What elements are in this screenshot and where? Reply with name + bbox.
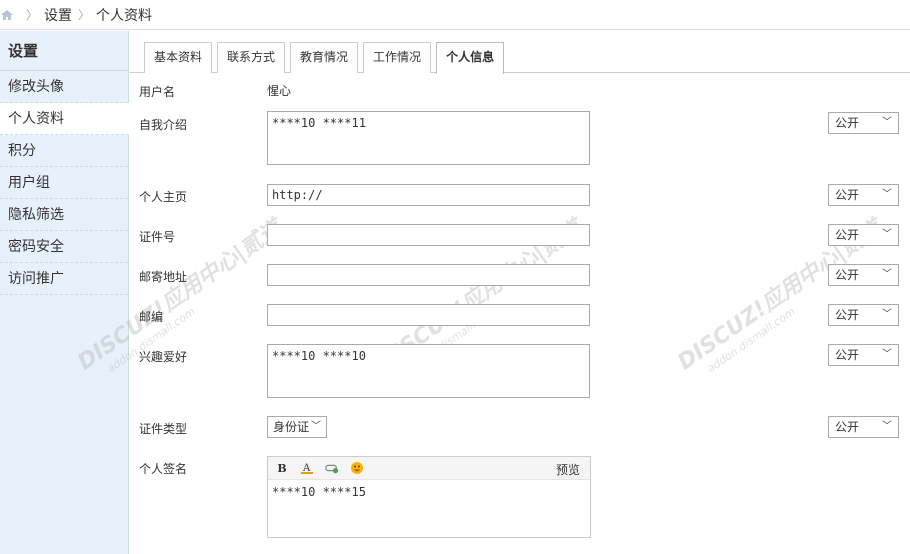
privacy-value: 公开 — [835, 268, 860, 282]
chevron-down-icon: ﹀ — [882, 189, 892, 200]
chevron-down-icon: ﹀ — [882, 117, 892, 128]
hobby-textarea[interactable]: ****10 ****10 — [267, 344, 590, 398]
address-label: 邮寄地址 — [139, 270, 188, 284]
breadcrumb-item-profile[interactable]: 个人资料 — [96, 5, 152, 25]
chevron-down-icon: ﹀ — [882, 309, 892, 320]
hobby-privacy-select[interactable]: 公开 ﹀ — [828, 344, 899, 366]
tab-work[interactable]: 工作情况 — [363, 42, 432, 73]
tab-bar: 基本资料 联系方式 教育情况 工作情况 个人信息 — [144, 42, 509, 74]
home-icon[interactable] — [0, 8, 14, 22]
chevron-down-icon: ﹀ — [882, 421, 892, 432]
sidebar-item-avatar[interactable]: 修改头像 — [0, 71, 128, 103]
link-icon[interactable] — [325, 461, 339, 475]
breadcrumb-separator: 〉 — [78, 8, 91, 22]
font-color-icon[interactable]: A — [300, 461, 314, 475]
bold-icon[interactable]: B — [275, 461, 289, 475]
signature-editor: B A 预览 ****10 ****15 — [267, 456, 591, 538]
idnumber-input[interactable] — [267, 224, 590, 246]
breadcrumb-item-settings[interactable]: 设置 — [44, 5, 72, 25]
editor-toolbar: B A 预览 — [268, 457, 590, 480]
sidebar-item-privacy[interactable]: 隐私筛选 — [0, 199, 128, 231]
sidebar-title: 设置 — [0, 31, 128, 71]
privacy-value: 公开 — [835, 348, 860, 362]
preview-button[interactable]: 预览 — [556, 461, 580, 478]
zipcode-input[interactable] — [267, 304, 590, 326]
idtype-label: 证件类型 — [139, 422, 188, 436]
privacy-value: 公开 — [835, 116, 860, 130]
idtype-select[interactable]: 身份证 ﹀ — [267, 416, 327, 438]
idnumber-label: 证件号 — [139, 230, 176, 244]
sidebar-item-credits[interactable]: 积分 — [0, 135, 128, 167]
hobby-label: 兴趣爱好 — [139, 350, 188, 364]
privacy-value: 公开 — [835, 188, 860, 202]
bio-textarea[interactable]: ****10 ****11 — [267, 111, 590, 165]
signature-textarea[interactable]: ****10 ****15 — [268, 480, 590, 504]
watermark-sub: addon.dismall.com — [104, 304, 198, 376]
chevron-down-icon: ﹀ — [882, 229, 892, 240]
tab-basic[interactable]: 基本资料 — [144, 42, 213, 73]
chevron-down-icon: ﹀ — [311, 421, 321, 432]
bio-privacy-select[interactable]: 公开 ﹀ — [828, 112, 899, 134]
tab-personal-info[interactable]: 个人信息 — [436, 42, 505, 74]
sidebar-item-profile[interactable]: 个人资料 — [0, 103, 129, 135]
bio-label: 自我介绍 — [139, 118, 188, 132]
zipcode-label: 邮编 — [139, 310, 164, 324]
address-privacy-select[interactable]: 公开 ﹀ — [828, 264, 899, 286]
breadcrumb-separator: 〉 — [26, 8, 39, 22]
tab-education[interactable]: 教育情况 — [290, 42, 359, 73]
signature-label: 个人签名 — [139, 462, 188, 476]
idtype-value: 身份证 — [273, 420, 310, 434]
homepage-privacy-select[interactable]: 公开 ﹀ — [828, 184, 899, 206]
breadcrumb: 〉 设置 〉 个人资料 — [0, 0, 910, 30]
username-label: 用户名 — [139, 85, 176, 99]
privacy-value: 公开 — [835, 228, 860, 242]
zipcode-privacy-select[interactable]: 公开 ﹀ — [828, 304, 899, 326]
smiley-icon[interactable] — [350, 461, 364, 475]
idtype-privacy-select[interactable]: 公开 ﹀ — [828, 416, 899, 438]
chevron-down-icon: ﹀ — [882, 269, 892, 280]
address-input[interactable] — [267, 264, 590, 286]
sidebar-item-security[interactable]: 密码安全 — [0, 231, 128, 263]
sidebar: 设置 修改头像 个人资料 积分 用户组 隐私筛选 密码安全 访问推广 — [0, 31, 129, 554]
privacy-value: 公开 — [835, 420, 860, 434]
privacy-value: 公开 — [835, 308, 860, 322]
username-value: 惺心 — [267, 84, 292, 98]
sidebar-item-usergroup[interactable]: 用户组 — [0, 167, 128, 199]
homepage-label: 个人主页 — [139, 190, 188, 204]
chevron-down-icon: ﹀ — [882, 349, 892, 360]
sidebar-item-promotion[interactable]: 访问推广 — [0, 263, 128, 295]
idnumber-privacy-select[interactable]: 公开 ﹀ — [828, 224, 899, 246]
tab-contact[interactable]: 联系方式 — [217, 42, 286, 73]
homepage-input[interactable]: http:// — [267, 184, 590, 206]
